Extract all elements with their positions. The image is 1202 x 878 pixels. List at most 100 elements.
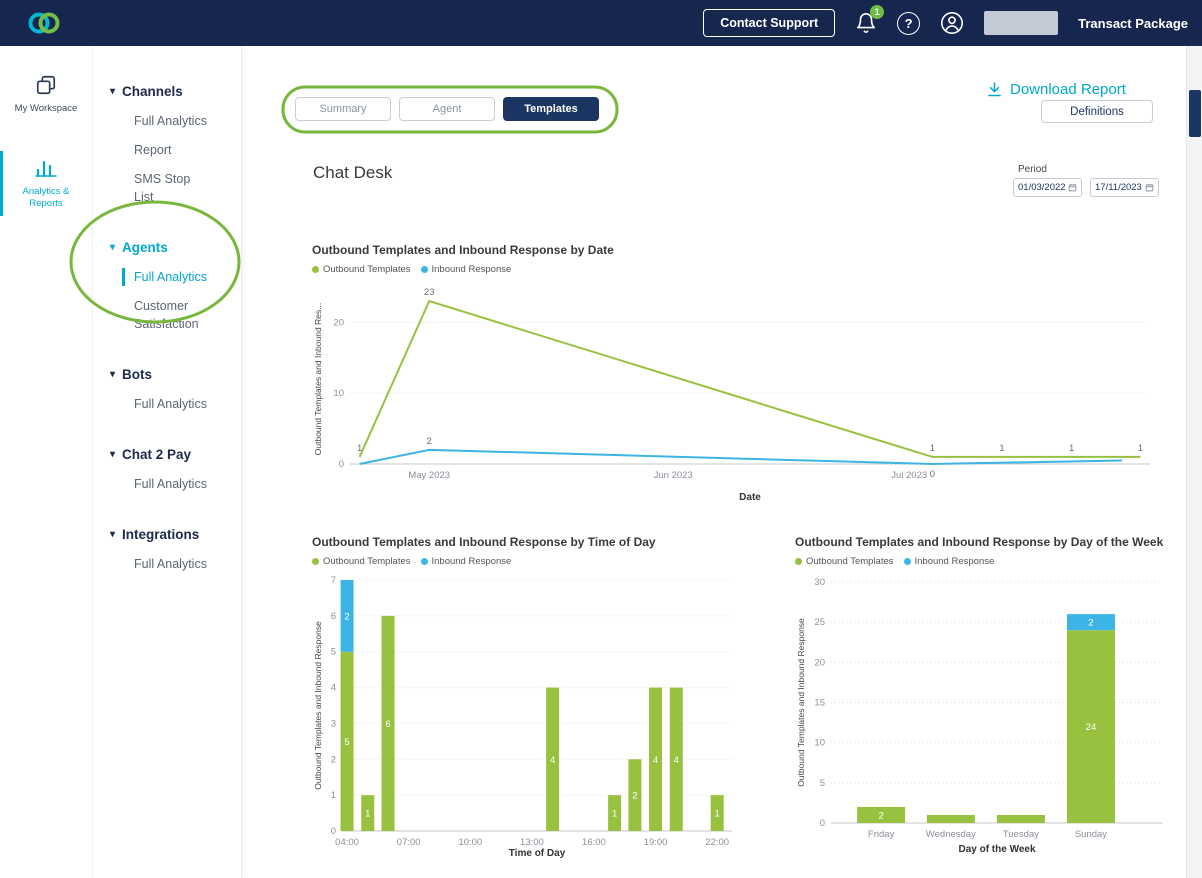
svg-text:5: 5	[820, 778, 825, 789]
bar-chart-plot: 051015202530FridayWednesdayTuesdaySunday…	[795, 570, 1175, 858]
svg-text:0: 0	[339, 459, 344, 470]
svg-text:6: 6	[331, 611, 336, 622]
svg-text:Tuesday: Tuesday	[1003, 829, 1039, 840]
svg-text:Outbound Templates and Inbound: Outbound Templates and Inbound Response	[313, 621, 323, 790]
bar-chart-plot: 0123456704:0007:0010:0013:0016:0019:0022…	[312, 570, 744, 862]
svg-text:4: 4	[550, 755, 555, 766]
tab-summary[interactable]: Summary	[295, 97, 391, 121]
sidebar-item-channels-full-analytics[interactable]: Full Analytics	[110, 107, 220, 136]
chart-by-day-of-week: Outbound Templates and Inbound Response …	[795, 535, 1175, 858]
svg-text:0: 0	[930, 469, 935, 480]
line-chart-plot: 01020May 2023Jun 2023Jul 2023123111120Ou…	[312, 278, 1162, 506]
main-content: Summary Agent Templates Download Report …	[242, 46, 1186, 878]
calendar-icon	[1145, 183, 1154, 192]
svg-text:07:00: 07:00	[397, 837, 421, 848]
sidebar-header-bots[interactable]: ▾ Bots	[110, 365, 241, 390]
svg-text:2: 2	[1088, 618, 1093, 629]
analytics-dashboard: { "colors": { "navy": "#16264e", "teal":…	[0, 0, 1202, 878]
question-mark-icon: ?	[905, 16, 913, 31]
legend-label: Outbound Templates	[323, 264, 411, 275]
sidebar-item-channels-sms-stop-list[interactable]: SMS Stop List	[110, 165, 220, 212]
legend-marker-outbound	[312, 266, 319, 273]
svg-text:3: 3	[331, 718, 336, 729]
vertical-scrollbar[interactable]	[1186, 46, 1202, 878]
rail-item-label: Analytics & Reports	[5, 186, 87, 210]
download-report-link[interactable]: Download Report	[986, 81, 1126, 98]
user-icon	[940, 11, 964, 35]
package-label: Transact Package	[1078, 16, 1188, 31]
svg-text:1: 1	[1069, 443, 1074, 454]
svg-text:1: 1	[357, 443, 362, 454]
period-label: Period	[1018, 164, 1047, 175]
svg-text:0: 0	[331, 826, 336, 837]
help-button[interactable]: ?	[897, 12, 920, 35]
topbar: Contact Support 1 ? Transact Package	[0, 0, 1202, 46]
legend-marker-outbound	[795, 558, 802, 565]
svg-text:15: 15	[814, 698, 825, 709]
tab-templates[interactable]: Templates	[503, 97, 599, 121]
chevron-down-icon: ▾	[110, 530, 115, 540]
legend-marker-inbound	[421, 266, 428, 273]
sidebar-item-agents-full-analytics[interactable]: Full Analytics	[110, 263, 220, 292]
chevron-down-icon: ▾	[110, 243, 115, 253]
sidebar-item-chat2pay-full-analytics[interactable]: Full Analytics	[110, 470, 220, 499]
svg-text:7: 7	[331, 575, 336, 586]
sidebar-section-chat2pay: ▾ Chat 2 Pay Full Analytics	[110, 445, 241, 499]
scrollbar-thumb[interactable]	[1189, 90, 1201, 137]
sidebar-item-integrations-full-analytics[interactable]: Full Analytics	[110, 550, 220, 579]
svg-text:1: 1	[1138, 443, 1143, 454]
svg-text:6: 6	[385, 719, 390, 730]
sidebar-item-bots-full-analytics[interactable]: Full Analytics	[110, 390, 220, 419]
svg-text:25: 25	[814, 617, 825, 628]
svg-text:10: 10	[814, 738, 825, 749]
svg-text:Sunday: Sunday	[1075, 829, 1107, 840]
date-to-input[interactable]: 17/11/2023	[1090, 178, 1159, 197]
svg-text:22:00: 22:00	[705, 837, 729, 848]
page-title: Chat Desk	[313, 163, 392, 183]
sidebar-section-integrations: ▾ Integrations Full Analytics	[110, 525, 241, 579]
svg-text:10:00: 10:00	[458, 837, 482, 848]
calendar-icon	[1068, 183, 1077, 192]
svg-text:4: 4	[653, 755, 658, 766]
sidebar-item-agents-customer-satisfaction[interactable]: Customer Satisfaction	[110, 292, 220, 339]
account-button[interactable]	[940, 11, 964, 35]
sidebar-header-chat2pay[interactable]: ▾ Chat 2 Pay	[110, 445, 241, 470]
section-label: Agents	[122, 240, 168, 255]
sidebar-header-channels[interactable]: ▾ Channels	[110, 82, 241, 107]
chevron-down-icon: ▾	[110, 450, 115, 460]
tab-agent[interactable]: Agent	[399, 97, 495, 121]
legend-marker-outbound	[312, 558, 319, 565]
svg-text:Date: Date	[739, 492, 761, 503]
notification-count-badge: 1	[870, 5, 884, 19]
svg-text:2: 2	[878, 810, 883, 821]
legend-label: Outbound Templates	[806, 556, 894, 567]
svg-text:2: 2	[344, 611, 349, 622]
chevron-down-icon: ▾	[110, 87, 115, 97]
svg-text:2: 2	[427, 436, 432, 447]
sidebar-item-channels-report[interactable]: Report	[110, 136, 220, 165]
section-label: Chat 2 Pay	[122, 447, 191, 462]
notifications-button[interactable]: 1	[855, 11, 877, 35]
rail-item-analytics-reports[interactable]: Analytics & Reports	[0, 145, 92, 222]
section-label: Integrations	[122, 527, 199, 542]
clickatell-logo[interactable]	[26, 9, 62, 37]
analytics-sidebar: ▾ Channels Full Analytics Report SMS Sto…	[93, 46, 242, 878]
period-date-range: 01/03/2022 17/11/2023	[1013, 178, 1159, 197]
svg-text:19:00: 19:00	[644, 837, 668, 848]
definitions-button[interactable]: Definitions	[1041, 100, 1153, 123]
rail-item-my-workspace[interactable]: My Workspace	[0, 62, 92, 127]
svg-text:13:00: 13:00	[520, 837, 544, 848]
download-icon	[986, 81, 1003, 98]
svg-text:16:00: 16:00	[582, 837, 606, 848]
sidebar-header-agents[interactable]: ▾ Agents	[110, 238, 241, 263]
svg-text:Jun 2023: Jun 2023	[654, 470, 693, 481]
analytics-chart-icon	[34, 157, 58, 179]
chevron-down-icon: ▾	[110, 370, 115, 380]
sidebar-header-integrations[interactable]: ▾ Integrations	[110, 525, 241, 550]
workspace-rail: My Workspace Analytics & Reports	[0, 46, 93, 878]
svg-text:24: 24	[1086, 722, 1097, 733]
date-from-input[interactable]: 01/03/2022	[1013, 178, 1082, 197]
section-label: Channels	[122, 84, 183, 99]
contact-support-button[interactable]: Contact Support	[703, 9, 835, 37]
redacted-username	[984, 11, 1058, 35]
